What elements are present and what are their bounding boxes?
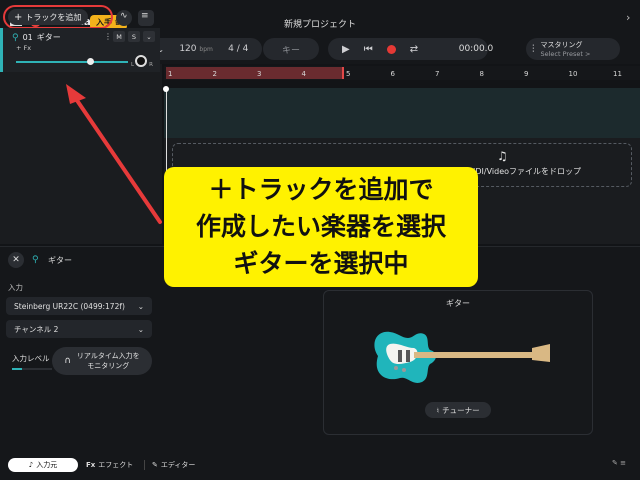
fx-icon: Fx xyxy=(86,461,96,469)
track-header-area xyxy=(0,64,162,244)
pencil-icon: ✎ xyxy=(152,461,158,469)
close-icon[interactable]: ✕ xyxy=(8,252,24,268)
track-name[interactable]: ⚲ 01 ギター xyxy=(12,32,61,43)
tab-input[interactable]: ♪ 入力元 xyxy=(8,458,78,472)
annotation-highlight-ring xyxy=(3,5,113,29)
track-name-label: ギター xyxy=(36,33,61,42)
bar-number: 6 xyxy=(390,70,395,78)
tab-effects-label: エフェクト xyxy=(98,461,134,469)
annotation-line-3: ギターを選択中 xyxy=(233,249,409,278)
mixer-button[interactable]: ≡ xyxy=(138,10,154,26)
tempo-unit: bpm xyxy=(199,46,213,53)
bar-number: 3 xyxy=(257,70,262,78)
mastering-label: マスタリング xyxy=(540,40,583,49)
tab-divider xyxy=(144,460,145,470)
tempo-field[interactable]: 120 bpm xyxy=(179,44,213,54)
key-button[interactable]: キー xyxy=(263,38,319,60)
bar-number: 1 xyxy=(168,70,173,78)
panel-title: ギター xyxy=(48,256,72,265)
electric-guitar-image xyxy=(374,331,550,383)
sliders-icon: ⫶ xyxy=(532,43,535,55)
track-lane[interactable] xyxy=(164,88,640,138)
input-level-fill xyxy=(12,368,22,370)
tuning-fork-icon: ♮ xyxy=(436,405,440,415)
rewind-icon[interactable]: ⏮ xyxy=(364,44,373,55)
pan-labels: L R xyxy=(131,62,153,68)
annotation-line-1: ＋トラックを追加で xyxy=(208,175,434,204)
microphone-icon: ♪ xyxy=(28,461,34,469)
headphones-icon: ∩ xyxy=(64,356,71,366)
guitar-icon: ⚲ xyxy=(32,255,39,265)
bar-number: 9 xyxy=(524,70,529,78)
monitor-label-line2: モニタリング xyxy=(87,362,130,370)
tab-effects[interactable]: Fx エフェクト xyxy=(86,460,133,470)
tuner-label: チューナー xyxy=(442,405,480,415)
volume-slider[interactable] xyxy=(16,61,128,63)
instrument-card-title: ギター xyxy=(446,299,470,308)
time-display: 00:00.0 xyxy=(458,44,494,54)
play-icon[interactable]: ▶ xyxy=(342,44,350,55)
time-signature[interactable]: 4 / 4 xyxy=(228,44,248,54)
chevron-down-icon: ⌄ xyxy=(137,324,144,334)
automation-icon: ∿ xyxy=(120,11,128,21)
pen-icon[interactable]: ✎ ≡ xyxy=(612,459,626,467)
mastering-preset: Select Preset > xyxy=(540,49,591,58)
mute-button[interactable]: M xyxy=(113,31,125,42)
monitor-label-line1: リアルタイム入力を xyxy=(76,352,140,360)
bar-number: 5 xyxy=(346,70,351,78)
mastering-button[interactable]: ⫶ マスタリング Select Preset > xyxy=(526,38,620,60)
automation-button[interactable]: ∿ xyxy=(116,10,132,26)
input-section-label: 入力 xyxy=(8,283,23,292)
add-fx-button[interactable]: + Fx xyxy=(16,44,31,52)
solo-button[interactable]: S xyxy=(128,31,140,42)
mixer-icon: ≡ xyxy=(141,11,149,21)
pan-left-label: L xyxy=(131,62,135,68)
input-device-select[interactable]: Steinberg UR22C (0499:172f) ⌄ xyxy=(6,297,152,315)
bar-number: 11 xyxy=(613,70,622,78)
tab-editor-label: エディター xyxy=(160,461,196,469)
loop-icon[interactable]: ⇄ xyxy=(410,44,418,55)
bar-number: 4 xyxy=(301,70,306,78)
track-number: 01 xyxy=(22,33,33,42)
chevron-down-icon[interactable]: ⌄ xyxy=(143,31,155,42)
music-note-icon: ♫ xyxy=(497,149,508,163)
input-level-label: 入力レベル xyxy=(12,354,50,363)
bar-number: 10 xyxy=(568,70,578,78)
tab-editor[interactable]: ✎ エディター xyxy=(152,460,195,470)
track-controls: ⋮ M S ⌄ xyxy=(104,31,155,42)
tab-input-label: 入力元 xyxy=(36,461,58,469)
pan-right-label: R xyxy=(149,62,153,68)
guitar-icon: ⚲ xyxy=(12,32,19,43)
channel-value: チャンネル 2 xyxy=(14,324,59,334)
channel-select[interactable]: チャンネル 2 ⌄ xyxy=(6,320,152,338)
bar-number: 8 xyxy=(479,70,484,78)
volume-slider-thumb[interactable] xyxy=(87,58,94,65)
loop-region[interactable] xyxy=(166,67,344,79)
annotation-line-2: 作成したい楽器を選択 xyxy=(195,212,446,241)
input-device-value: Steinberg UR22C (0499:172f) xyxy=(14,301,125,311)
collapse-icon[interactable]: › xyxy=(626,11,630,24)
bar-number: 7 xyxy=(435,70,440,78)
tuner-button[interactable]: ♮ チューナー xyxy=(425,402,491,418)
more-icon[interactable]: ⋮ xyxy=(104,32,112,41)
record-icon[interactable] xyxy=(386,44,396,54)
bar-number: 2 xyxy=(212,70,217,78)
playhead-handle[interactable] xyxy=(163,86,169,92)
monitoring-button[interactable]: ∩ リアルタイム入力を モニタリング xyxy=(52,347,152,375)
chevron-down-icon: ⌄ xyxy=(137,301,144,311)
tempo-value: 120 xyxy=(179,44,197,54)
